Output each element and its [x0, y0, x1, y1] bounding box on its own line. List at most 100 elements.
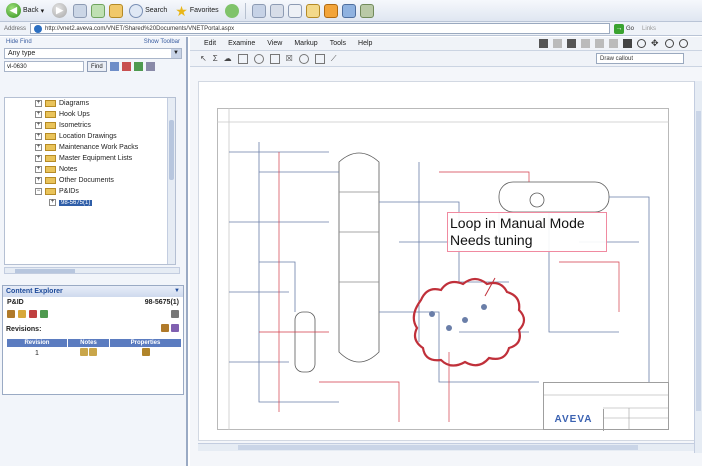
viewer-hscrollbar[interactable]: [198, 443, 694, 451]
line-tool-icon[interactable]: ⟋: [331, 54, 337, 64]
scrollbar-thumb[interactable]: [15, 269, 75, 273]
rectangle-tool-icon[interactable]: [269, 53, 280, 64]
pan-icon[interactable]: ✥: [651, 39, 660, 48]
note-tool-icon[interactable]: [314, 53, 325, 64]
column-header[interactable]: Revision: [6, 338, 68, 348]
copy-icon[interactable]: [581, 39, 590, 48]
menu-markup[interactable]: Markup: [294, 40, 317, 47]
rotate-icon[interactable]: [637, 39, 646, 48]
messenger-icon[interactable]: [359, 3, 374, 18]
tree-item-isometrics[interactable]: + Isometrics: [5, 120, 175, 131]
fit-icon[interactable]: [623, 39, 632, 48]
expand-icon[interactable]: +: [35, 111, 42, 118]
zoom-in-icon[interactable]: [665, 39, 674, 48]
expand-icon[interactable]: +: [35, 155, 42, 162]
print-icon[interactable]: [287, 3, 302, 18]
find-input[interactable]: vl-0630: [4, 61, 84, 72]
tree-item-diagrams[interactable]: + Diagrams: [5, 98, 175, 109]
home-icon[interactable]: [109, 3, 124, 18]
tree-item-other-documents[interactable]: + Other Documents: [5, 175, 175, 186]
pencil-icon[interactable]: [121, 62, 131, 71]
expand-icon[interactable]: +: [35, 122, 42, 129]
redline-cloud[interactable]: [412, 277, 526, 367]
tree-item-selected-drawing[interactable]: +98-5675(1): [5, 197, 175, 208]
media-icon[interactable]: [224, 3, 239, 18]
discuss-icon[interactable]: [341, 3, 356, 18]
collapse-icon[interactable]: ▼: [174, 286, 180, 297]
document-icon[interactable]: [7, 310, 15, 318]
tree-item-notes[interactable]: + Notes: [5, 164, 175, 175]
note-icon[interactable]: [89, 348, 98, 357]
show-toolbar-link[interactable]: Show Toolbar: [144, 39, 180, 45]
expand-icon[interactable]: +: [35, 144, 42, 151]
refresh-icon[interactable]: [171, 324, 179, 332]
print-icon[interactable]: [567, 39, 576, 48]
expand-icon[interactable]: +: [35, 133, 42, 140]
add-revision-icon[interactable]: [161, 324, 169, 332]
markup-icon[interactable]: [29, 310, 37, 318]
menu-tools[interactable]: Tools: [330, 40, 346, 47]
undo-icon[interactable]: [595, 39, 604, 48]
stamp-tool-icon[interactable]: ☒: [286, 54, 293, 63]
tree-item-location-drawings[interactable]: + Location Drawings: [5, 131, 175, 142]
tree-hscrollbar[interactable]: [4, 267, 180, 274]
globe-icon[interactable]: [40, 310, 48, 318]
tree-scrollbar[interactable]: [167, 98, 175, 264]
scrollbar-thumb[interactable]: [696, 111, 701, 411]
history-icon[interactable]: [251, 3, 266, 18]
image-tool-icon[interactable]: [237, 53, 248, 64]
expand-icon[interactable]: +: [49, 199, 56, 206]
clear-icon[interactable]: [145, 62, 155, 71]
column-header[interactable]: Notes: [66, 338, 111, 348]
table-row[interactable]: 1: [7, 348, 182, 359]
tree-item-maintenance-work-packs[interactable]: + Maintenance Work Packs: [5, 142, 175, 153]
stop-icon[interactable]: [73, 3, 88, 18]
scrollbar-thumb[interactable]: [238, 445, 638, 450]
circle-tool-icon[interactable]: [253, 53, 264, 64]
expand-icon[interactable]: +: [35, 177, 42, 184]
favorites-button[interactable]: ★ Favorites: [173, 2, 220, 20]
cloud-tool-icon[interactable]: ☁: [224, 54, 232, 63]
tree-item-master-equipment-lists[interactable]: + Master Equipment Lists: [5, 153, 175, 164]
refresh-icon[interactable]: [91, 3, 106, 18]
filter-icon[interactable]: [133, 62, 143, 71]
find-button[interactable]: Find: [87, 61, 107, 72]
forward-button[interactable]: ▶: [50, 2, 69, 20]
expand-icon[interactable]: +: [35, 166, 42, 173]
menu-edit[interactable]: Edit: [204, 40, 216, 47]
redo-icon[interactable]: [609, 39, 618, 48]
drawing-canvas[interactable]: Loop in Manual Mode Needs tuning AVEVA: [198, 81, 696, 441]
binoculars-icon[interactable]: [109, 62, 119, 71]
open-icon[interactable]: [539, 39, 548, 48]
address-input[interactable]: http://vnet2.aveva.com/VNET/Shared%20Doc…: [30, 23, 611, 34]
menu-help[interactable]: Help: [358, 40, 372, 47]
column-header[interactable]: Properties: [109, 338, 182, 348]
folder-icon[interactable]: [305, 3, 320, 18]
scrollbar-thumb[interactable]: [169, 120, 174, 180]
zoom-out-icon[interactable]: [679, 39, 688, 48]
markup-callout[interactable]: Loop in Manual Mode Needs tuning: [447, 212, 607, 252]
folder-icon[interactable]: [18, 310, 26, 318]
draw-callout-field[interactable]: Draw callout: [596, 53, 684, 64]
hide-find-link[interactable]: Hide Find: [6, 39, 32, 45]
save-icon[interactable]: [553, 39, 562, 48]
expand-icon[interactable]: +: [35, 100, 42, 107]
properties-icon[interactable]: [141, 348, 150, 357]
collapse-icon[interactable]: −: [35, 188, 42, 195]
back-button[interactable]: ◀ Back ▾: [4, 2, 46, 20]
pointer-icon[interactable]: ↖: [200, 54, 207, 63]
type-dropdown[interactable]: Any type ▼: [4, 48, 182, 59]
tree-item-pids[interactable]: − P&IDs: [5, 186, 175, 197]
ellipse-tool-icon[interactable]: [298, 53, 309, 64]
edit-icon[interactable]: [323, 3, 338, 18]
note-icon[interactable]: [79, 348, 88, 357]
menu-view[interactable]: View: [267, 40, 282, 47]
pin-icon[interactable]: [171, 310, 179, 318]
links-label[interactable]: Links: [642, 26, 656, 32]
mail-icon[interactable]: [269, 3, 284, 18]
text-tool-icon[interactable]: Ʃ: [213, 54, 218, 63]
menu-examine[interactable]: Examine: [228, 40, 255, 47]
go-button[interactable]: → Go: [614, 23, 634, 34]
tree-item-hook-ups[interactable]: + Hook Ups: [5, 109, 175, 120]
search-button[interactable]: Search: [127, 2, 169, 20]
